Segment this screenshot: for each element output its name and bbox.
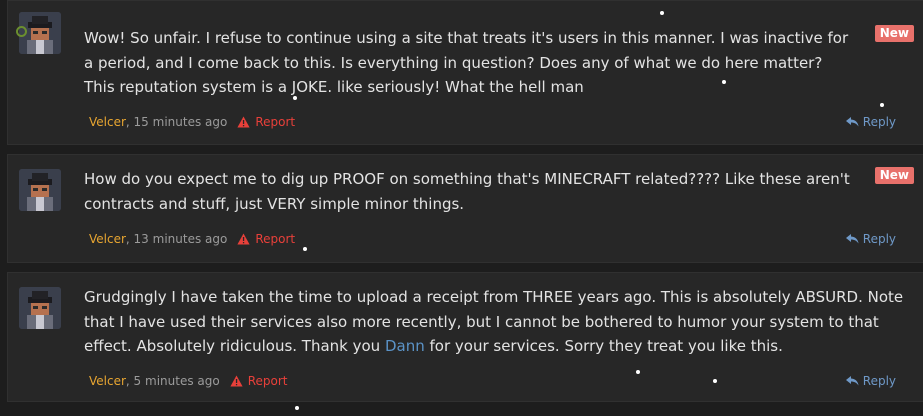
cursor-dot [295, 406, 299, 410]
reply-button[interactable]: Reply [845, 373, 896, 389]
cursor-dot [636, 370, 640, 374]
report-button[interactable]: Report [237, 114, 295, 130]
warning-triangle-icon [237, 116, 250, 128]
warning-triangle-icon [237, 233, 250, 245]
new-badge: New [874, 167, 914, 184]
cursor-dot [880, 103, 884, 107]
cursor-dot [660, 11, 664, 15]
cursor-dot [303, 247, 307, 251]
reply-button[interactable]: Reply [845, 231, 896, 247]
report-label: Report [247, 374, 288, 388]
comment-post: Grudgingly I have taken the time to uplo… [7, 272, 923, 402]
reply-label: Reply [862, 115, 896, 129]
report-button[interactable]: Report [237, 231, 295, 247]
comment-text: How do you expect me to dig up PROOF on … [84, 170, 850, 213]
author-link[interactable]: Velcer [89, 114, 126, 130]
comment-meta: Velcer , 5 minutes ago Report [89, 373, 287, 389]
comment-text-end: for your services. Sorry they treat you … [424, 337, 783, 355]
reply-button[interactable]: Reply [845, 114, 896, 130]
comment-post: How do you expect me to dig up PROOF on … [7, 154, 923, 263]
comment-post: Wow! So unfair. I refuse to continue usi… [7, 0, 923, 145]
user-mention-link[interactable]: Dann [385, 337, 425, 355]
avatar[interactable] [19, 287, 61, 329]
report-label: Report [255, 115, 296, 129]
warning-triangle-icon [230, 375, 243, 387]
reply-arrow-icon [845, 234, 859, 244]
timestamp: , 15 minutes ago [125, 115, 228, 129]
comment-text: Wow! So unfair. I refuse to continue usi… [84, 29, 849, 96]
reply-arrow-icon [845, 376, 859, 386]
reply-arrow-icon [845, 117, 859, 127]
comment-meta: Velcer , 13 minutes ago Report [89, 231, 295, 247]
report-label: Report [255, 232, 296, 246]
cursor-dot [293, 96, 297, 100]
new-badge: New [874, 25, 914, 42]
reply-label: Reply [862, 232, 896, 246]
comment-text: Grudgingly I have taken the time to uplo… [84, 285, 905, 359]
online-indicator-icon [16, 26, 27, 37]
cursor-dot [713, 379, 717, 383]
comment-meta: Velcer , 15 minutes ago Report [89, 114, 295, 130]
avatar[interactable] [19, 169, 61, 211]
timestamp: , 13 minutes ago [125, 232, 228, 246]
author-link[interactable]: Velcer [89, 231, 126, 247]
comment-thread: Wow! So unfair. I refuse to continue usi… [0, 0, 923, 416]
cursor-dot [722, 80, 726, 84]
author-link[interactable]: Velcer [89, 373, 126, 389]
report-button[interactable]: Report [230, 373, 288, 389]
timestamp: , 5 minutes ago [125, 374, 220, 388]
reply-label: Reply [862, 374, 896, 388]
